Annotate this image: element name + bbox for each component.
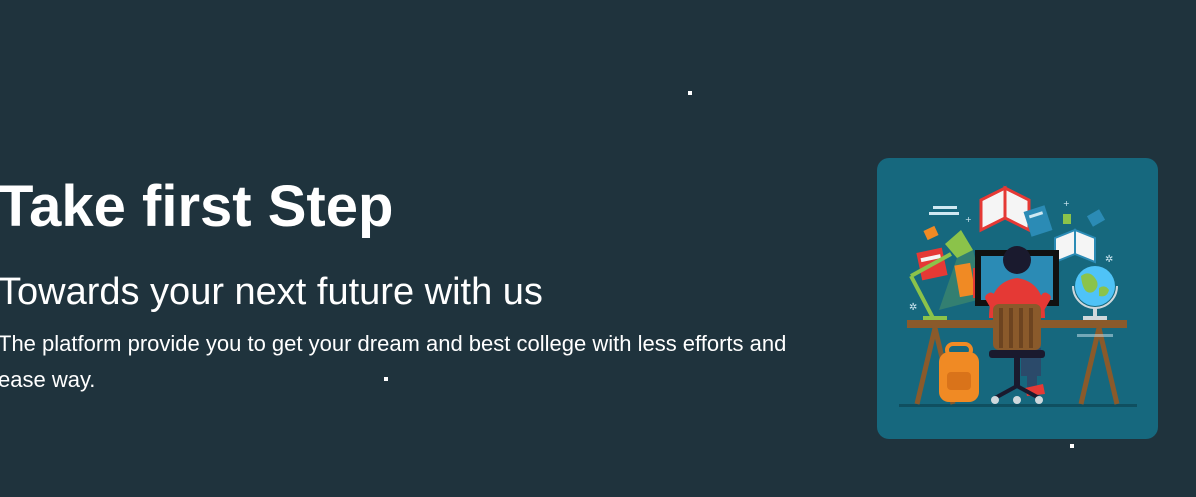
hero-section: Take first Step Towards your next future… [0,0,1196,497]
hero-subheadline: Towards your next future with us [0,271,543,313]
open-book-icon [979,185,1031,233]
hero-headline: Take first Step [0,174,394,239]
hero-description: The platform provide you to get your dre… [0,331,787,392]
book-icon [1063,209,1106,227]
backpack-icon [939,342,979,402]
student-at-desk-illustration: + + ✲ ✲ [877,158,1158,439]
decorative-dot [688,91,692,95]
svg-text:+: + [1063,199,1070,208]
decorative-dot [1070,444,1074,448]
svg-text:✲: ✲ [1105,254,1113,265]
svg-text:✲: ✲ [909,302,917,313]
globe-icon [1072,266,1118,320]
hero-text-block: Take first Step Towards your next future… [0,174,818,398]
svg-text:+: + [965,215,972,224]
open-book-icon [1054,228,1096,264]
